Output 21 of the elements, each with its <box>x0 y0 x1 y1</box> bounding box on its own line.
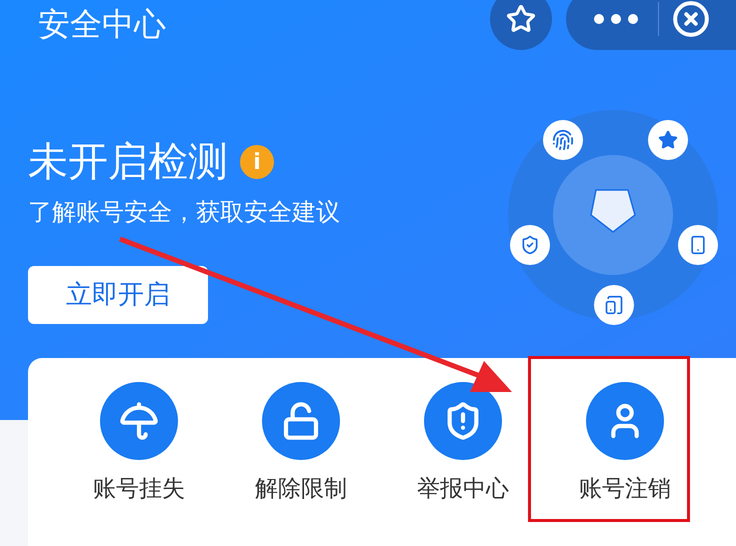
close-icon <box>672 0 710 38</box>
shield-check-icon <box>510 225 550 265</box>
action-label: 举报中心 <box>417 475 509 504</box>
status-heading: 未开启检测 <box>28 138 228 187</box>
more-icon <box>594 14 638 24</box>
action-button[interactable]: 账号注销 <box>579 382 671 506</box>
action-button[interactable]: 账号挂失 <box>93 382 185 506</box>
open-padlock-icon <box>281 401 321 441</box>
phone-icon <box>678 225 718 265</box>
devices-icon <box>594 285 634 325</box>
status-subtitle: 了解账号安全，获取安全建议 <box>28 197 341 228</box>
action-button[interactable]: 举报中心 <box>417 382 509 506</box>
page-title: 安全中心 <box>38 4 166 45</box>
star-icon <box>506 4 536 34</box>
action-button[interactable]: 解除限制 <box>255 382 347 506</box>
action-label: 账号挂失 <box>93 475 185 504</box>
umbrella-icon <box>119 401 159 441</box>
fingerprint-icon <box>543 120 583 160</box>
action-label: 解除限制 <box>255 475 347 504</box>
enable-button[interactable]: 立即开启 <box>28 266 208 324</box>
action-label: 账号注销 <box>579 475 671 504</box>
